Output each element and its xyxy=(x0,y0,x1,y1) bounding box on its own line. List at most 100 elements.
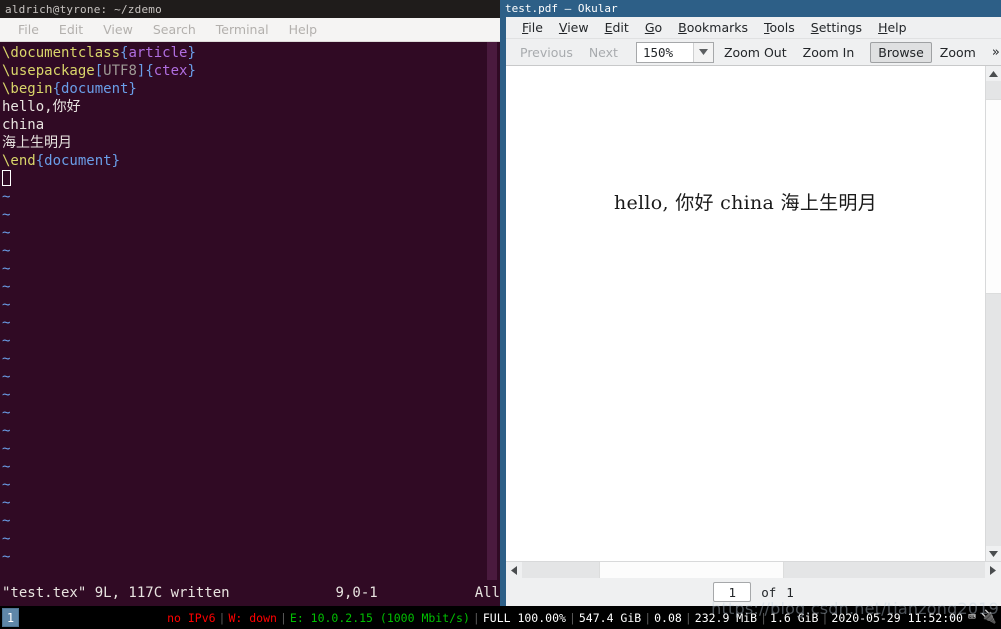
status-item: FULL 100.00% xyxy=(482,610,566,625)
current-page-input[interactable]: 1 xyxy=(713,582,752,602)
page-view-horizontal-scrollbar[interactable] xyxy=(506,561,1001,578)
scroll-up-arrow-icon[interactable] xyxy=(986,66,1001,81)
terminal-text-area[interactable]: \documentclass{article} \usepackage[UTF8]… xyxy=(0,42,500,580)
terminal-menu-view[interactable]: View xyxy=(93,22,143,37)
vim-empty-line-marker: ~ xyxy=(2,531,11,547)
plug-tray-icon[interactable]: 🔌 xyxy=(981,610,997,625)
vim-status-line: "test.tex" 9L, 117C written 9,0-1 All xyxy=(0,580,500,606)
zoom-tool-button[interactable]: Zoom xyxy=(932,42,984,63)
vertical-scrollbar-thumb[interactable] xyxy=(986,99,1001,294)
status-item: 2020-05-29 11:52:00 xyxy=(831,610,963,625)
browse-tool-button[interactable]: Browse xyxy=(870,41,932,63)
terminal-line: \begin{document} xyxy=(2,80,500,98)
okular-statusbar: 1 of 1 xyxy=(506,578,1001,606)
vim-empty-line-marker: ~ xyxy=(2,495,11,511)
next-page-button[interactable]: Next xyxy=(581,42,626,63)
okular-menu-settings[interactable]: Settings xyxy=(803,20,870,35)
system-taskbar: 1 no IPv6 | W: down | E: 10.0.2.15 (1000 Mbi… xyxy=(0,606,1001,629)
scroll-left-arrow-icon[interactable] xyxy=(506,562,522,578)
terminal-menu-search[interactable]: Search xyxy=(143,22,206,37)
terminal-line: \end{document} xyxy=(2,152,500,170)
terminal-scrollbar-thumb[interactable] xyxy=(487,42,497,580)
previous-page-button[interactable]: Previous xyxy=(512,42,581,63)
terminal-window: aldrich@tyrone: ~/zdemo File Edit View Sear… xyxy=(0,0,500,606)
vim-empty-line-marker: ~ xyxy=(2,279,11,295)
zoom-level-combobox[interactable]: 150% xyxy=(635,41,714,63)
vscroll-track-lower[interactable] xyxy=(986,294,1001,546)
vim-empty-line-marker: ~ xyxy=(2,405,11,421)
terminal-text-segment: } xyxy=(187,45,196,61)
scroll-down-arrow-icon[interactable] xyxy=(986,546,1001,561)
taskbar-status-area: no IPv6 | W: down | E: 10.0.2.15 (1000 Mbit/… xyxy=(167,610,1001,625)
okular-client-area: File View Edit Go Bookmarks Tools Settings Help… xyxy=(506,17,1001,606)
page-view-vertical-scrollbar[interactable] xyxy=(985,66,1001,561)
desktop-root: aldrich@tyrone: ~/zdemo File Edit View Sear… xyxy=(0,0,1001,629)
vim-empty-line-marker: ~ xyxy=(2,459,11,475)
vim-scroll-indicator: All xyxy=(474,585,500,601)
pdf-page-1[interactable]: hello, 你好 china 海上生明月 xyxy=(506,66,985,561)
vim-empty-line-marker: ~ xyxy=(2,369,11,385)
okular-menu-go[interactable]: Go xyxy=(637,20,670,35)
vim-empty-line-marker: ~ xyxy=(2,513,11,529)
terminal-text-segment: china xyxy=(2,117,45,133)
status-item: no IPv6 xyxy=(167,610,216,625)
zoom-out-button[interactable]: Zoom Out xyxy=(716,42,795,63)
scroll-right-arrow-icon[interactable] xyxy=(985,562,1001,578)
terminal-text-segment: { xyxy=(145,63,154,79)
okular-menu-tools[interactable]: Tools xyxy=(756,20,803,35)
terminal-line: 海上生明月 xyxy=(2,134,500,152)
okular-menu-help[interactable]: Help xyxy=(870,20,915,35)
terminal-menubar: File Edit View Search Terminal Help xyxy=(0,18,500,42)
okular-window: test.pdf — Okular File View Edit Go Bookmark… xyxy=(500,0,1001,606)
okular-menu-bookmarks[interactable]: Bookmarks xyxy=(670,20,756,35)
terminal-titlebar: aldrich@tyrone: ~/zdemo xyxy=(0,0,500,18)
status-item: 232.9 MiB xyxy=(694,610,758,625)
terminal-text-segment: \usepackage xyxy=(2,63,95,79)
terminal-line: hello,你好 xyxy=(2,98,500,116)
status-item: 0.08 xyxy=(654,610,682,625)
terminal-text-segment: 海上生明月 xyxy=(2,135,72,151)
status-item: 547.4 GiB xyxy=(578,610,642,625)
terminal-menu-file[interactable]: File xyxy=(8,22,49,37)
okular-page-view[interactable]: hello, 你好 china 海上生明月 xyxy=(506,66,1001,561)
vim-empty-line-marker: ~ xyxy=(2,351,11,367)
vim-empty-line-marker: ~ xyxy=(2,261,11,277)
terminal-line: china xyxy=(2,116,500,134)
toolbar-overflow-button[interactable]: » xyxy=(984,45,1001,60)
terminal-line: \usepackage[UTF8]{ctex} xyxy=(2,62,500,80)
terminal-scrollbar[interactable] xyxy=(487,42,497,580)
status-item: E: 10.0.2.15 (1000 Mbit/s) xyxy=(289,610,470,625)
zoom-level-value: 150% xyxy=(642,44,674,60)
status-separator: | xyxy=(218,610,226,625)
terminal-text-segment: ctex xyxy=(153,63,188,79)
vim-cursor-position: 9,0-1 xyxy=(335,585,378,601)
okular-toolbar: Previous Next 150% Zoom Out Zoom In Brow… xyxy=(506,39,1001,66)
status-separator: | xyxy=(644,610,652,625)
keyboard-tray-icon[interactable]: ⌨ xyxy=(968,610,976,625)
vim-file-info: "test.tex" 9L, 117C written xyxy=(2,585,230,601)
chevron-down-icon[interactable] xyxy=(692,42,713,62)
okular-menu-file[interactable]: File xyxy=(514,20,551,35)
terminal-text-segment: [ xyxy=(94,63,104,79)
text-cursor xyxy=(2,170,11,186)
status-separator: | xyxy=(684,610,692,625)
horizontal-scrollbar-thumb[interactable] xyxy=(599,562,784,578)
terminal-text-segment: } xyxy=(187,63,196,79)
status-item: 1.6 GiB xyxy=(770,610,819,625)
okular-menu-edit[interactable]: Edit xyxy=(597,20,637,35)
status-separator: | xyxy=(472,610,480,625)
status-separator: | xyxy=(760,610,768,625)
terminal-menu-edit[interactable]: Edit xyxy=(49,22,93,37)
terminal-menu-terminal[interactable]: Terminal xyxy=(206,22,279,37)
okular-titlebar: test.pdf — Okular xyxy=(500,0,1001,17)
vscroll-track-upper[interactable] xyxy=(986,81,1001,99)
status-separator: | xyxy=(568,610,576,625)
vim-empty-line-marker: ~ xyxy=(2,333,11,349)
okular-title-text: test.pdf — Okular xyxy=(505,2,618,15)
terminal-menu-help[interactable]: Help xyxy=(279,22,328,37)
terminal-cursor-line xyxy=(2,170,500,188)
workspace-button-1[interactable]: 1 xyxy=(2,608,19,627)
vim-empty-line-marker: ~ xyxy=(2,549,11,565)
okular-menu-view[interactable]: View xyxy=(551,20,597,35)
zoom-in-button[interactable]: Zoom In xyxy=(795,42,863,63)
